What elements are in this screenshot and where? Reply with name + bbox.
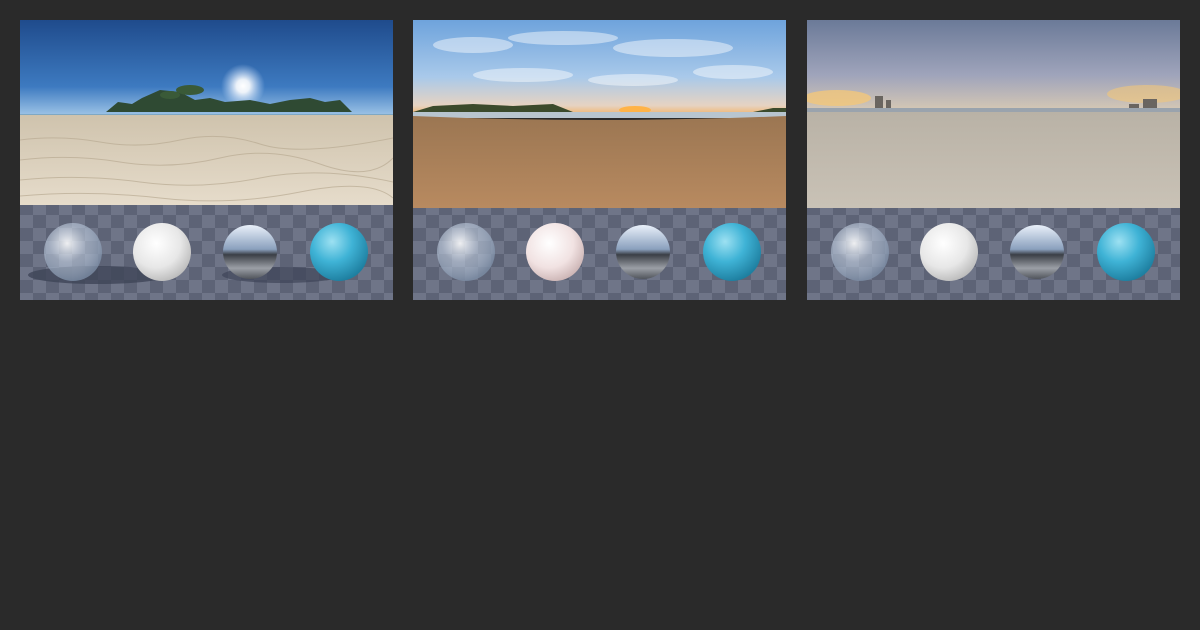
beach-sunny-day-hdri-preview [20,20,393,300]
beach-sunset-hdri-preview [413,20,786,300]
hdri-tile-2[interactable] [413,20,786,300]
glass-sphere-icon [44,223,102,281]
glossy-blue-sphere-icon [310,223,368,281]
glass-sphere-icon [437,223,495,281]
chrome-sphere-icon [1010,225,1064,279]
overcast-beach-dusk-hdri-preview [807,20,1180,300]
glass-sphere-icon [831,223,889,281]
hdri-gallery [0,0,1200,630]
matte-white-sphere-icon [133,223,191,281]
glossy-blue-sphere-icon [703,223,761,281]
hdri-tile-3[interactable] [807,20,1180,300]
glossy-blue-sphere-icon [1097,223,1155,281]
hdri-tile-1[interactable] [20,20,393,300]
matte-white-sphere-icon [920,223,978,281]
chrome-sphere-icon [223,225,277,279]
matte-white-sphere-icon [526,223,584,281]
chrome-sphere-icon [616,225,670,279]
